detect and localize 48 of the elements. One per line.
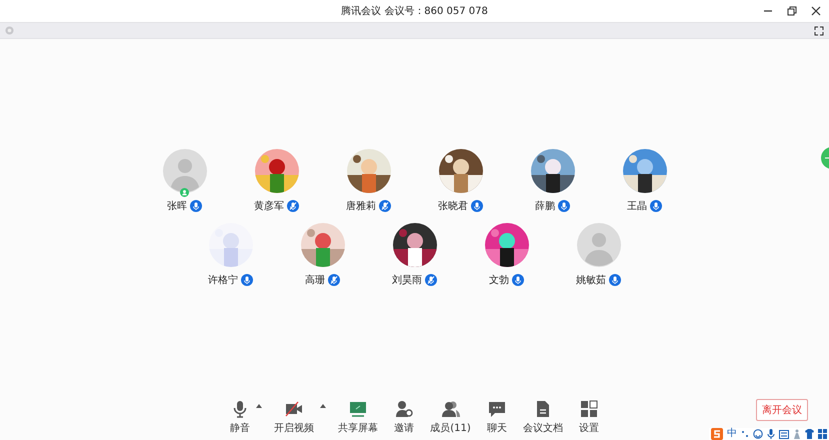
tool-label: 邀请 — [394, 422, 414, 435]
side-panel-handle-icon[interactable] — [821, 147, 829, 169]
participant-name: 刘昊雨 — [392, 274, 422, 287]
caret-icon[interactable] — [320, 404, 326, 408]
input-mode-label[interactable]: 中 — [727, 428, 737, 440]
participant-name: 薛鹏 — [535, 200, 555, 213]
share-tool-button[interactable]: 共享屏幕 — [334, 400, 382, 435]
tool-label: 共享屏幕 — [338, 422, 378, 435]
mic-tool-button[interactable]: 静音 — [226, 400, 254, 435]
tool-label: 设置 — [578, 422, 599, 435]
participant-name: 张晓君 — [438, 200, 468, 213]
caret-icon[interactable] — [256, 404, 262, 408]
participant-name: 姚敏茹 — [576, 274, 606, 287]
chat-bubble-icon — [488, 400, 506, 418]
restore-icon[interactable] — [787, 6, 797, 16]
settings-tool-button[interactable]: 设置 — [574, 400, 603, 435]
shirt-icon[interactable] — [805, 429, 814, 439]
leave-meeting-button[interactable]: 离开会议 — [756, 399, 808, 421]
mic-icon[interactable] — [767, 429, 775, 439]
tool-label: 静音 — [230, 422, 250, 435]
crossed-camera-icon — [285, 400, 304, 418]
participant-name: 王晶 — [627, 200, 647, 213]
participant-name: 高珊 — [305, 274, 325, 287]
participant-name: 许格宁 — [208, 274, 238, 287]
window-title: 腾讯会议 会议号：860 057 078 — [341, 4, 488, 18]
tool-label: 开启视频 — [274, 422, 314, 435]
invite-tool-button[interactable]: 邀请 — [390, 400, 418, 435]
video-tool-button[interactable]: 开启视频 — [270, 400, 318, 435]
grid-icon[interactable] — [818, 429, 827, 439]
grid-icon — [580, 400, 598, 418]
punctuation-icon[interactable] — [741, 429, 749, 439]
monitor-icon — [349, 400, 368, 418]
keyboard-icon[interactable] — [779, 430, 789, 438]
members-tool-button[interactable]: 成员(11) — [426, 400, 475, 435]
close-icon[interactable] — [811, 6, 821, 16]
participant-name: 张晖 — [167, 200, 187, 213]
chat-tool-button[interactable]: 聊天 — [482, 400, 511, 435]
people-icon — [442, 400, 460, 418]
tool-label: 聊天 — [486, 422, 507, 435]
tool-label: 会议文档 — [522, 422, 563, 435]
fullscreen-icon[interactable] — [814, 26, 824, 36]
add-person-icon — [395, 400, 414, 418]
participant-name: 唐雅莉 — [346, 200, 376, 213]
docs-tool-button[interactable]: 会议文档 — [518, 400, 567, 435]
smiley-icon[interactable] — [753, 429, 763, 439]
participant-name: 黄彦军 — [254, 200, 284, 213]
tool-label: 成员(11) — [430, 422, 471, 435]
participant-name: 文勃 — [489, 274, 509, 287]
